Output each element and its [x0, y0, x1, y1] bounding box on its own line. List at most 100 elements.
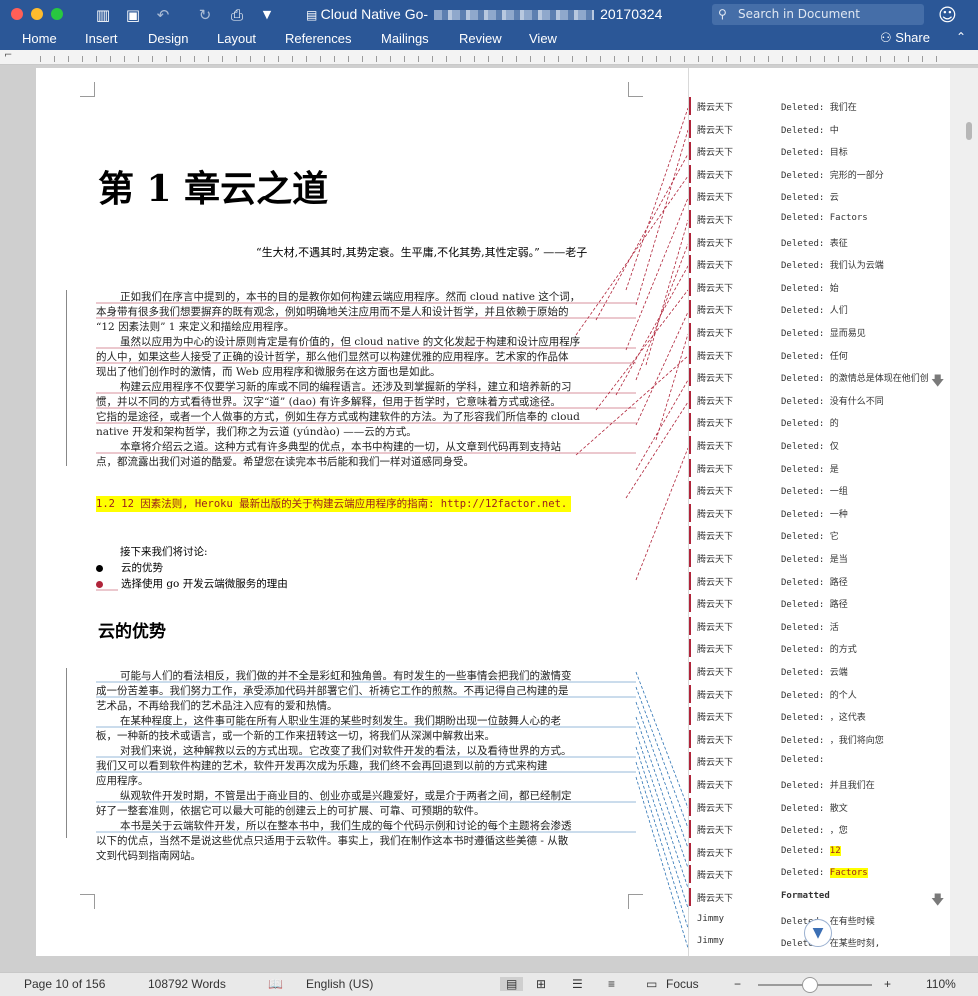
- web-layout-view-icon[interactable]: ⊞: [536, 977, 546, 991]
- tab-home[interactable]: Home: [22, 31, 57, 46]
- tab-design[interactable]: Design: [148, 31, 188, 46]
- zoom-window-button[interactable]: [51, 8, 63, 20]
- tab-mailings[interactable]: Mailings: [381, 31, 429, 46]
- proofing-icon[interactable]: 📖: [268, 977, 283, 991]
- zoom-in-icon[interactable]: +: [884, 977, 891, 991]
- markup-balloon[interactable]: 腾云天下 Deleted: 仅: [689, 434, 951, 456]
- redo-icon[interactable]: ↻: [196, 6, 214, 24]
- horizontal-ruler[interactable]: ⌐: [0, 50, 978, 65]
- balloon-text: Deleted: 路径: [781, 575, 848, 588]
- balloon-text-body: Deleted: 仅: [781, 442, 839, 452]
- markup-balloon[interactable]: 腾云天下 Deleted: 的方式: [689, 637, 951, 659]
- balloon-text: Deleted: 表征: [781, 236, 848, 249]
- markup-balloon[interactable]: 腾云天下 Deleted: 一种: [689, 502, 951, 524]
- balloon-text: Deleted:: [781, 755, 824, 765]
- print-layout-view-icon[interactable]: ▤: [500, 977, 524, 991]
- balloon-text: Deleted: 仅: [781, 439, 839, 452]
- feedback-smiley-icon[interactable]: ☺: [938, 5, 957, 26]
- markup-balloon[interactable]: 腾云天下 Deleted: 一组: [689, 479, 951, 501]
- markup-balloon[interactable]: 腾云天下 Deleted:: [689, 750, 951, 772]
- markup-balloon[interactable]: 腾云天下 Deleted: 完形的一部分: [689, 163, 951, 185]
- markup-balloon[interactable]: 腾云天下 Deleted: 活: [689, 615, 951, 637]
- undo-icon[interactable]: ↶: [154, 6, 172, 24]
- markup-pane[interactable]: 腾云天下 Deleted: 我们在 腾云天下 Deleted: 中腾云天下 Delete…: [688, 68, 951, 956]
- markup-balloon[interactable]: 腾云天下 Deleted: 任何: [689, 344, 951, 366]
- markup-balloon[interactable]: 腾云天下 Deleted: 始: [689, 276, 951, 298]
- crop-mark: [80, 82, 95, 97]
- next-page-button[interactable]: ▼: [804, 919, 832, 947]
- arrow-down-icon[interactable]: 🡇: [931, 372, 944, 394]
- print-icon[interactable]: ⎙: [228, 6, 246, 24]
- markup-balloon[interactable]: 腾云天下 Deleted: 路径: [689, 570, 951, 592]
- markup-balloon[interactable]: 腾云天下 Deleted: Factors: [689, 863, 951, 885]
- markup-balloon[interactable]: 腾云天下 Formatted: [689, 886, 951, 908]
- markup-balloon[interactable]: 腾云天下 Deleted: 12: [689, 841, 951, 863]
- markup-balloon[interactable]: 腾云天下 Deleted: 它: [689, 524, 951, 546]
- markup-balloon[interactable]: 腾云天下 Deleted: ，这代表: [689, 705, 951, 727]
- markup-balloon[interactable]: 腾云天下 Deleted: 显而易见: [689, 321, 951, 343]
- tab-stop-icon[interactable]: ⌐: [4, 50, 12, 61]
- zoom-slider-handle[interactable]: [802, 977, 819, 993]
- tab-references[interactable]: References: [285, 31, 351, 46]
- text-line: 对我们来说，这种解救以云的方式出现。它改变了我们对软件开发的看法，以及看待世界的…: [120, 745, 572, 757]
- tab-view[interactable]: View: [529, 31, 557, 46]
- balloon-text-body: Deleted: 显而易见: [781, 329, 866, 339]
- draft-view-icon[interactable]: ≡: [608, 977, 615, 991]
- collapse-ribbon-icon[interactable]: ⌃: [956, 30, 966, 44]
- customize-toolbar-icon[interactable]: ▼: [258, 6, 276, 24]
- markup-balloon[interactable]: 腾云天下 Deleted: 目标: [689, 140, 951, 162]
- markup-balloon[interactable]: 腾云天下 Deleted: 云: [689, 185, 951, 207]
- markup-balloon[interactable]: 腾云天下 Deleted: 路径: [689, 592, 951, 614]
- markup-balloon[interactable]: 腾云天下 Deleted: 云端: [689, 660, 951, 682]
- markup-balloon[interactable]: 腾云天下 Deleted: 的个人: [689, 683, 951, 705]
- save-icon[interactable]: ▣: [124, 6, 142, 24]
- markup-balloon[interactable]: 腾云天下 Deleted: 表征: [689, 231, 951, 253]
- close-window-button[interactable]: [11, 8, 23, 20]
- markup-balloon[interactable]: 腾云天下 Deleted: 是: [689, 457, 951, 479]
- markup-balloon[interactable]: 腾云天下 Deleted: 散文: [689, 796, 951, 818]
- markup-balloon[interactable]: 腾云天下 Deleted: ，您: [689, 818, 951, 840]
- outline-view-icon[interactable]: ☰: [572, 977, 583, 991]
- balloon-text: Deleted: 一种: [781, 507, 848, 520]
- markup-balloon[interactable]: 腾云天下 Deleted: 我们认为云端: [689, 253, 951, 275]
- focus-mode-label[interactable]: Focus: [666, 977, 699, 991]
- minimize-window-button[interactable]: [31, 8, 43, 20]
- balloon-text: Deleted: 我们在: [781, 100, 857, 113]
- balloon-marker: [689, 458, 691, 477]
- word-count[interactable]: 108792 Words: [148, 977, 226, 991]
- balloon-marker: [689, 97, 691, 115]
- markup-balloon[interactable]: 腾云天下 Deleted: 人们: [689, 298, 951, 320]
- zoom-out-icon[interactable]: −: [734, 977, 741, 991]
- tab-review[interactable]: Review: [459, 31, 502, 46]
- search-document[interactable]: ⚲ Search in Document: [712, 4, 924, 25]
- markup-balloon[interactable]: 腾云天下 Deleted: 是当: [689, 547, 951, 569]
- scrollbar-thumb[interactable]: [966, 122, 972, 140]
- tab-insert[interactable]: Insert: [85, 31, 118, 46]
- page-count[interactable]: Page 10 of 156: [24, 977, 105, 991]
- markup-balloon[interactable]: 腾云天下 Deleted: ，我们将向您: [689, 728, 951, 750]
- markup-balloon[interactable]: 腾云天下 Deleted: Factors: [689, 208, 951, 230]
- markup-balloon[interactable]: 腾云天下 Deleted: 没有什么不同: [689, 389, 951, 411]
- document-page[interactable]: 第 1 章云之道 “生大材,不遇其时,其势定衰。生平庸,不化其势,其性定弱。” …: [36, 68, 688, 956]
- balloon-marker: [689, 865, 691, 884]
- balloon-text-body: Deleted: 的激情总是体现在他们创: [781, 374, 929, 385]
- markup-balloon[interactable]: 腾云天下 Deleted: 的激情总是体现在他们创: [689, 366, 951, 388]
- markup-balloon[interactable]: 腾云天下 Deleted: 并且我们在: [689, 773, 951, 795]
- share-button[interactable]: ⚇ Share: [880, 30, 930, 46]
- markup-balloon[interactable]: 腾云天下 Deleted: 我们在: [689, 95, 951, 117]
- balloon-marker: [689, 775, 691, 793]
- markup-balloon[interactable]: 腾云天下 Deleted: 中: [689, 118, 951, 140]
- balloon-text: Deleted: 云: [781, 190, 839, 203]
- vertical-scrollbar[interactable]: [950, 68, 978, 956]
- focus-icon[interactable]: ▭: [646, 977, 657, 991]
- list-item: 选择使用 go 开发云端微服务的理由: [96, 576, 288, 591]
- markup-balloon[interactable]: 腾云天下 Deleted: 的: [689, 411, 951, 433]
- balloon-marker: [689, 639, 691, 658]
- balloon-text-body: Deleted: 始: [781, 283, 839, 294]
- title-suffix: 20170324: [600, 6, 663, 22]
- text-line: 好了一整套准则，依据它可以最大可能的创建云上的可扩展、可靠、可预期的软件。: [96, 805, 485, 817]
- tab-layout[interactable]: Layout: [217, 31, 256, 46]
- sidebar-icon[interactable]: ▥: [94, 6, 112, 24]
- arrow-down-icon[interactable]: 🡇: [931, 891, 944, 913]
- language-indicator[interactable]: English (US): [306, 977, 373, 991]
